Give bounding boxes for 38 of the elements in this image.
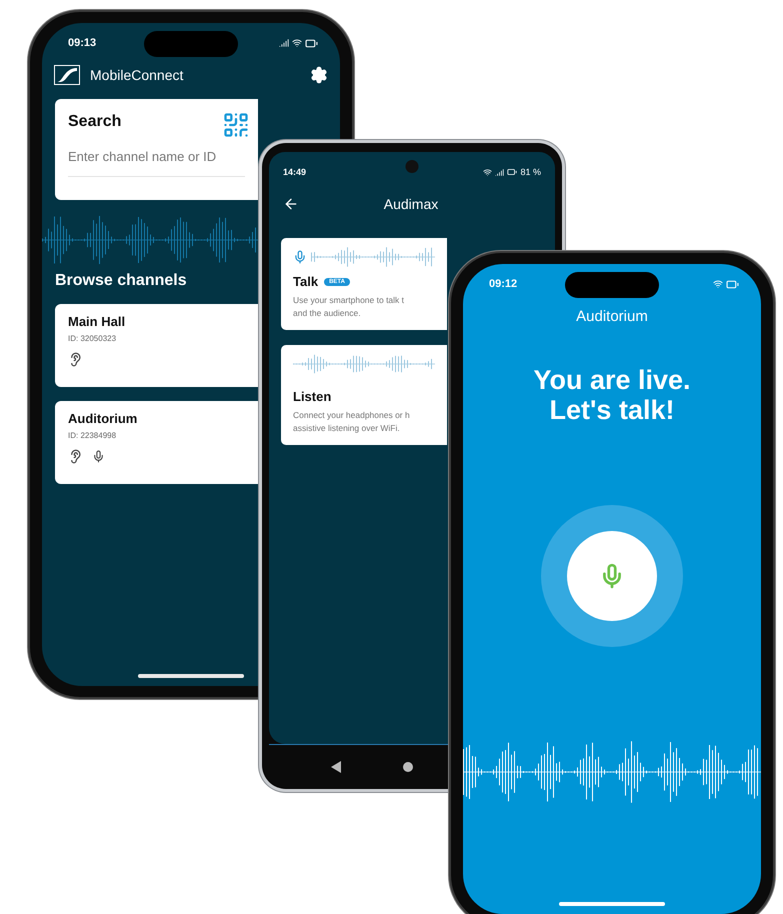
channel-title: Auditorium: [575, 308, 649, 325]
nav-back-icon[interactable]: [331, 761, 341, 773]
channel-card[interactable]: Main Hall ID: 32050323: [55, 304, 258, 387]
mode-title: Talk: [293, 274, 318, 289]
wifi-icon: [292, 38, 302, 48]
app-title: MobileConnect: [90, 67, 184, 83]
search-field[interactable]: Enter channel name or ID: [68, 149, 245, 177]
battery-icon: [305, 36, 318, 50]
mode-card[interactable]: Listen Connect your headphones or h assistive listening over WiFi.: [281, 345, 447, 445]
battery-level: 81 %: [520, 167, 541, 177]
battery-icon: [726, 278, 739, 290]
status-time: 09:13: [68, 37, 96, 49]
logo-icon: [54, 65, 80, 85]
nav-home-icon[interactable]: [403, 762, 413, 772]
signal-icon: [279, 38, 289, 48]
section-title: Browse channels: [55, 272, 187, 290]
channel-id: ID: 22384998: [68, 431, 118, 440]
back-arrow-icon[interactable]: [283, 196, 299, 212]
status-time: 14:49: [283, 167, 306, 177]
live-headline: You are live. Let's talk!: [532, 365, 692, 425]
search-box[interactable]: Search Enter channel name or ID: [55, 99, 258, 200]
mode-title: Listen: [293, 389, 332, 404]
search-title: Search: [68, 113, 122, 131]
qr-code-icon[interactable]: [222, 111, 250, 139]
wifi-icon: [713, 279, 723, 289]
microphone-icon: [293, 250, 307, 264]
status-time: 09:12: [489, 278, 518, 290]
mode-description: Use your smartphone to talk t and the audience.: [293, 294, 404, 320]
channel-id: ID: 32050323: [68, 334, 118, 343]
mode-description: Connect your headphones or h assistive listening over WiFi.: [293, 409, 410, 435]
channel-name: Main Hall: [68, 314, 126, 329]
signal-icon: [495, 168, 504, 176]
battery-icon: [507, 167, 518, 177]
screen-title: Audimax: [382, 196, 440, 212]
channel-card[interactable]: Auditorium ID: 22384998: [55, 401, 258, 484]
channel-name: Auditorium: [68, 411, 138, 426]
camera-dot-icon: [406, 160, 418, 173]
wifi-icon: [483, 168, 492, 176]
